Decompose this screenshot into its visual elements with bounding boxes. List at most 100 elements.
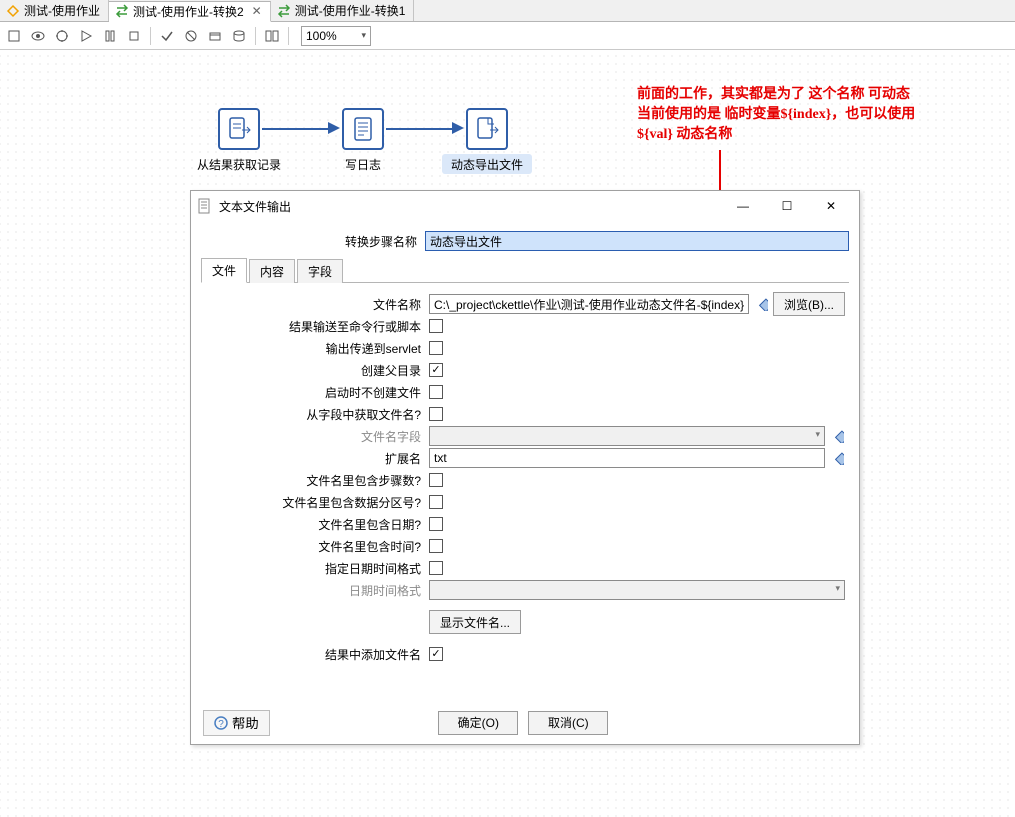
- close-button[interactable]: ✕: [809, 192, 853, 220]
- inc-time-label: 文件名里包含时间?: [205, 538, 429, 555]
- minimize-button[interactable]: —: [721, 192, 765, 220]
- chevron-down-icon: ▾: [835, 583, 840, 594]
- show-filename-button[interactable]: 显示文件名...: [429, 610, 521, 634]
- debug-icon[interactable]: [52, 26, 72, 46]
- verify-icon[interactable]: [157, 26, 177, 46]
- separator: [288, 27, 289, 45]
- tab-job[interactable]: 测试-使用作业: [0, 0, 109, 21]
- flow-arrow: [386, 128, 454, 130]
- to-servlet-checkbox[interactable]: [429, 341, 443, 355]
- chevron-down-icon: ▾: [361, 30, 366, 41]
- file-arrow-icon: [226, 116, 252, 142]
- node-label: 从结果获取记录: [197, 156, 281, 173]
- inc-time-checkbox[interactable]: [429, 539, 443, 553]
- show-results-icon[interactable]: [262, 26, 282, 46]
- variable-icon[interactable]: [829, 428, 845, 444]
- dialog-title: 文本文件输出: [219, 198, 291, 215]
- flow-arrow: [262, 128, 330, 130]
- specify-dt-label: 指定日期时间格式: [205, 560, 429, 577]
- file-tab-panel: 文件名称 浏览(B)... 结果输送至命令行或脚本 输出传递到servlet 创…: [201, 283, 849, 700]
- dialog-text-file-output: 文本文件输出 — ☐ ✕ 转换步骤名称 文件 内容 字段 文件名称 浏览(B).…: [190, 190, 860, 745]
- dialog-titlebar[interactable]: 文本文件输出 — ☐ ✕: [191, 191, 859, 221]
- file-export-icon: [474, 116, 500, 142]
- play-icon[interactable]: [76, 26, 96, 46]
- toolbar: 100% ▾: [0, 22, 1015, 50]
- arrow-head-icon: [452, 122, 464, 134]
- impact-icon[interactable]: [181, 26, 201, 46]
- cancel-button[interactable]: 取消(C): [528, 711, 608, 735]
- arrow-head-icon: [328, 122, 340, 134]
- help-button[interactable]: ? 帮助: [203, 710, 270, 736]
- zoom-dropdown[interactable]: 100% ▾: [301, 26, 371, 46]
- to-servlet-label: 输出传递到servlet: [205, 340, 429, 357]
- run-icon[interactable]: [4, 26, 24, 46]
- tab-trans-2[interactable]: 测试-使用作业-转换2 ✕: [109, 1, 271, 22]
- tab-file[interactable]: 文件: [201, 258, 247, 283]
- help-icon: ?: [214, 716, 228, 730]
- ok-button[interactable]: 确定(O): [438, 711, 518, 735]
- tab-label: 测试-使用作业-转换1: [295, 2, 406, 19]
- svg-text:?: ?: [218, 719, 224, 730]
- to-cmd-label: 结果输送至命令行或脚本: [205, 318, 429, 335]
- add-to-result-checkbox[interactable]: [429, 647, 443, 661]
- ext-input[interactable]: [429, 448, 825, 468]
- sql-icon[interactable]: [205, 26, 225, 46]
- no-create-start-checkbox[interactable]: [429, 385, 443, 399]
- inc-partition-label: 文件名里包含数据分区号?: [205, 494, 429, 511]
- dt-format-label: 日期时间格式: [205, 582, 429, 599]
- browse-button[interactable]: 浏览(B)...: [773, 292, 845, 316]
- inc-date-checkbox[interactable]: [429, 517, 443, 531]
- node-label: 动态导出文件: [451, 156, 523, 173]
- step-name-input[interactable]: [425, 231, 849, 251]
- to-cmd-checkbox[interactable]: [429, 319, 443, 333]
- annotation-text: 前面的工作，其实都是为了 这个名称 可动态 当前使用的是 临时变量${index…: [637, 85, 915, 145]
- chevron-down-icon: ▾: [815, 429, 820, 440]
- node-label: 写日志: [345, 156, 381, 173]
- dialog-tabs: 文件 内容 字段: [201, 261, 849, 283]
- tab-fields[interactable]: 字段: [297, 259, 343, 283]
- editor-tabs: 测试-使用作业 测试-使用作业-转换2 ✕ 测试-使用作业-转换1: [0, 0, 1015, 22]
- node-log[interactable]: 写日志: [342, 108, 384, 150]
- create-parent-label: 创建父目录: [205, 362, 429, 379]
- create-parent-checkbox[interactable]: [429, 363, 443, 377]
- from-field-label: 从字段中获取文件名?: [205, 406, 429, 423]
- stop-icon[interactable]: [124, 26, 144, 46]
- dt-format-select: ▾: [429, 580, 845, 600]
- add-to-result-label: 结果中添加文件名: [205, 646, 429, 663]
- from-field-checkbox[interactable]: [429, 407, 443, 421]
- inc-step-checkbox[interactable]: [429, 473, 443, 487]
- maximize-button[interactable]: ☐: [765, 192, 809, 220]
- transformation-icon: [115, 4, 129, 18]
- step-name-label: 转换步骤名称: [201, 233, 425, 250]
- node-get-records[interactable]: 从结果获取记录: [218, 108, 260, 150]
- tab-label: 测试-使用作业: [24, 2, 100, 19]
- tab-label: 测试-使用作业-转换2: [133, 3, 244, 20]
- specify-dt-checkbox[interactable]: [429, 561, 443, 575]
- inc-partition-checkbox[interactable]: [429, 495, 443, 509]
- file-icon: [197, 198, 213, 214]
- filename-input[interactable]: [429, 294, 749, 314]
- filename-label: 文件名称: [205, 296, 429, 313]
- ext-label: 扩展名: [205, 450, 429, 467]
- separator: [255, 27, 256, 45]
- node-export[interactable]: 动态导出文件: [466, 108, 508, 150]
- document-icon: [350, 116, 376, 142]
- preview-icon[interactable]: [28, 26, 48, 46]
- filename-field-select: ▾: [429, 426, 825, 446]
- no-create-start-label: 启动时不创建文件: [205, 384, 429, 401]
- inc-date-label: 文件名里包含日期?: [205, 516, 429, 533]
- variable-icon[interactable]: [829, 450, 845, 466]
- close-icon[interactable]: ✕: [252, 4, 262, 18]
- tab-content[interactable]: 内容: [249, 259, 295, 283]
- tab-trans-1[interactable]: 测试-使用作业-转换1: [271, 0, 415, 21]
- job-icon: [6, 4, 20, 18]
- zoom-value: 100%: [306, 29, 337, 43]
- filename-field-label: 文件名字段: [205, 428, 429, 445]
- variable-icon[interactable]: [753, 296, 769, 312]
- transformation-icon: [277, 4, 291, 18]
- separator: [150, 27, 151, 45]
- explore-db-icon[interactable]: [229, 26, 249, 46]
- dialog-footer: ? 帮助 确定(O) 取消(C): [191, 700, 859, 744]
- pause-icon[interactable]: [100, 26, 120, 46]
- inc-step-label: 文件名里包含步骤数?: [205, 472, 429, 489]
